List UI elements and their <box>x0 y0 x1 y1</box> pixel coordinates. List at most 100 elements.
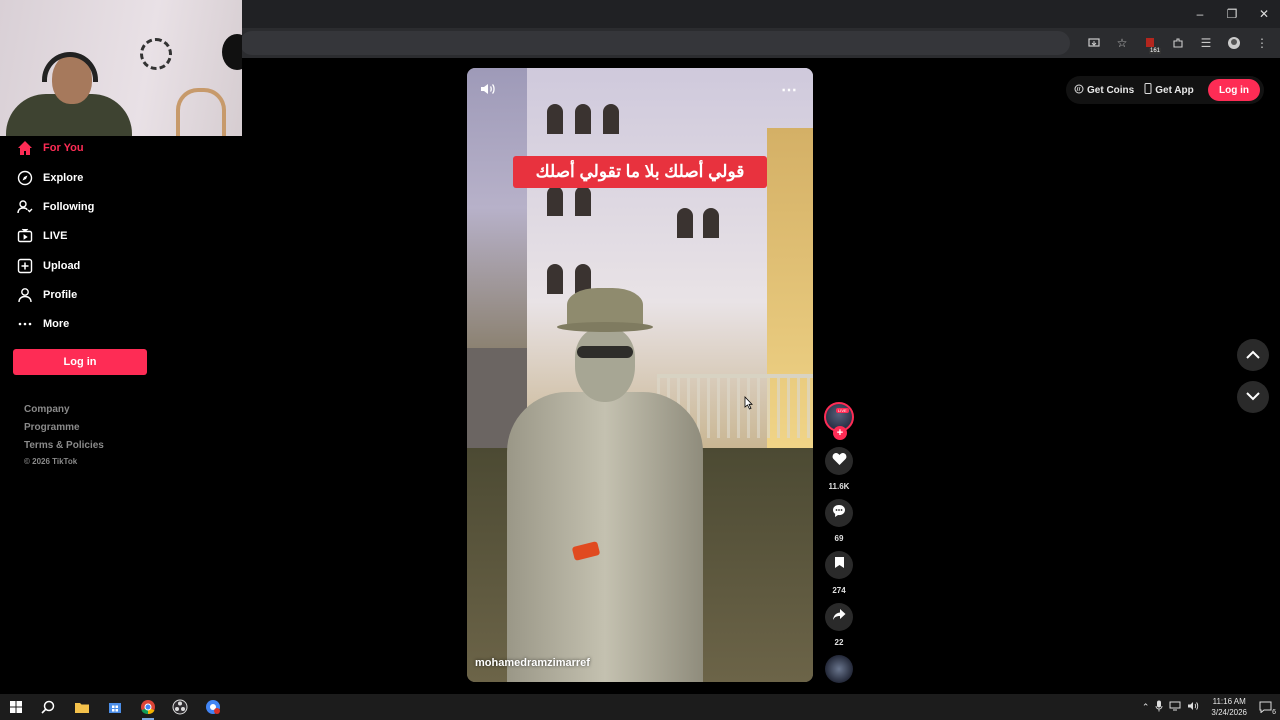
upload-icon <box>16 257 34 275</box>
chevron-up-icon <box>1246 346 1260 364</box>
silver-statue-performer <box>495 288 725 682</box>
more-dots-icon <box>16 315 34 333</box>
sidebar-item-explore[interactable]: Explore <box>16 166 83 190</box>
live-tv-icon <box>16 227 34 245</box>
system-tray: ⌃ 11:16 AM 3/24/2026 6 <box>1142 694 1280 720</box>
share-button[interactable] <box>825 603 853 631</box>
address-bar[interactable] <box>240 31 1070 55</box>
network-icon[interactable] <box>1169 701 1181 713</box>
sidebar-item-profile[interactable]: Profile <box>16 283 77 307</box>
performer-suit <box>507 392 703 682</box>
share-arrow-icon <box>832 608 846 626</box>
save-button[interactable] <box>825 551 853 579</box>
footer-link-terms[interactable]: Terms & Policies <box>24 440 104 451</box>
coin-icon <box>1074 84 1084 97</box>
extensions-puzzle-icon[interactable] <box>1166 32 1190 54</box>
performer-hat-brim <box>557 322 653 332</box>
sidebar-item-live[interactable]: LIVE <box>16 224 67 248</box>
video-caption-overlay: قولي أصلك بلا ما تقولي أصلك <box>513 156 767 188</box>
restore-button[interactable]: ❐ <box>1216 0 1248 28</box>
windows-start-icon[interactable] <box>6 697 26 717</box>
copyright-text: © 2026 TikTok <box>24 457 78 466</box>
sidebar-item-label: Upload <box>43 260 81 272</box>
file-explorer-icon[interactable] <box>72 697 92 717</box>
microphone-icon[interactable] <box>1155 700 1163 714</box>
sidebar-item-label: Explore <box>43 172 84 184</box>
clock-time: 11:16 AM <box>1212 697 1246 706</box>
lamp-arch <box>176 88 226 136</box>
footer-link-company[interactable]: Company <box>24 404 70 415</box>
sidebar-login-button[interactable]: Log in <box>13 349 147 375</box>
bookmark-star-icon[interactable]: ☆ <box>1110 32 1134 54</box>
dark-object <box>222 34 242 70</box>
browser-menu-icon[interactable]: ⋮ <box>1250 32 1274 54</box>
sidebar-item-following[interactable]: Following <box>16 195 94 219</box>
footer-link-programme[interactable]: Programme <box>24 422 80 433</box>
save-count: 274 <box>832 586 846 595</box>
window-controls: – ❐ ✕ <box>1184 0 1280 28</box>
media-control-icon[interactable]: ☰ <box>1194 32 1218 54</box>
performer-sunglasses <box>577 346 633 358</box>
chrome-profile-icon[interactable] <box>203 697 223 717</box>
sidebar-item-label: Following <box>43 201 95 213</box>
webcam-overlay <box>0 0 242 136</box>
sidebar-item-label: Profile <box>43 289 78 301</box>
chrome-icon[interactable] <box>138 697 158 720</box>
comment-count: 69 <box>834 534 844 543</box>
volume-tray-icon[interactable] <box>1187 701 1199 713</box>
system-clock[interactable]: 11:16 AM 3/24/2026 <box>1211 696 1247 718</box>
like-count: 11.6K <box>828 482 850 491</box>
get-app-button[interactable]: Get App <box>1144 83 1194 97</box>
store-icon[interactable] <box>105 697 125 717</box>
share-count: 22 <box>834 638 844 647</box>
building-window <box>603 104 619 134</box>
video-more-options-icon[interactable]: ⋯ <box>781 80 798 100</box>
install-app-icon[interactable] <box>1082 32 1106 54</box>
live-tag: LIVE <box>836 408 849 413</box>
profile-avatar-icon[interactable] <box>1222 32 1246 54</box>
like-button[interactable] <box>825 447 853 475</box>
building-window <box>575 186 591 216</box>
close-window-button[interactable]: ✕ <box>1248 0 1280 28</box>
extension-badge: 161 <box>1148 48 1161 54</box>
previous-video-button[interactable] <box>1237 339 1269 371</box>
comment-icon <box>832 504 846 523</box>
obs-icon[interactable] <box>170 697 190 717</box>
next-video-button[interactable] <box>1237 381 1269 413</box>
headset <box>42 52 98 82</box>
minimize-button[interactable]: – <box>1184 0 1216 28</box>
bookmark-icon <box>834 556 845 574</box>
profile-icon <box>16 286 34 304</box>
header-login-button[interactable]: Log in <box>1208 79 1260 101</box>
comment-button[interactable] <box>825 499 853 527</box>
sidebar-item-for-you[interactable]: For You <box>16 136 84 160</box>
windows-taskbar: ⌃ 11:16 AM 3/24/2026 6 <box>0 694 1280 720</box>
building-window <box>575 104 591 134</box>
following-icon <box>16 198 34 216</box>
get-coins-button[interactable]: Get Coins <box>1074 84 1134 97</box>
volume-icon[interactable] <box>479 80 499 100</box>
tray-expand-icon[interactable]: ⌃ <box>1142 702 1150 713</box>
get-coins-label: Get Coins <box>1087 84 1135 96</box>
sidebar-item-label: For You <box>43 142 84 154</box>
performer-face <box>575 328 635 402</box>
sidebar-item-upload[interactable]: Upload <box>16 254 80 278</box>
sidebar-item-label: More <box>43 318 70 330</box>
chevron-down-icon <box>1246 388 1260 406</box>
music-disc-icon[interactable] <box>825 655 853 683</box>
building-window <box>677 208 693 238</box>
search-icon[interactable] <box>38 697 58 717</box>
video-player[interactable]: قولي أصلك بلا ما تقولي أصلك ⋯ mohamedram… <box>467 68 813 682</box>
get-app-label: Get App <box>1155 84 1194 96</box>
wall-mirror <box>140 38 172 70</box>
video-author[interactable]: mohamedramzimarref <box>475 657 590 669</box>
follow-button[interactable]: + <box>833 426 847 440</box>
extension-icon[interactable]: 161 <box>1138 32 1162 54</box>
clock-date: 3/24/2026 <box>1211 708 1247 717</box>
compass-icon <box>16 169 34 187</box>
mouse-cursor-icon <box>744 396 754 410</box>
sidebar-item-more[interactable]: More <box>16 312 69 336</box>
notification-count: 6 <box>1272 709 1276 716</box>
home-icon <box>16 139 34 157</box>
notification-center-icon[interactable]: 6 <box>1259 701 1276 716</box>
